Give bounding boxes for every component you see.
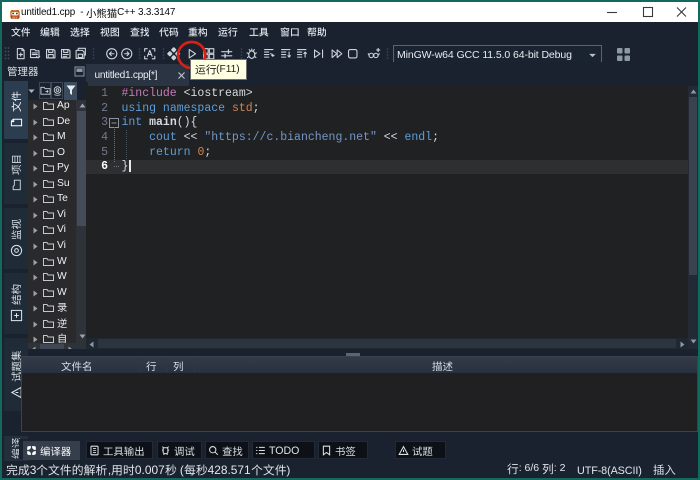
- svg-text:DEV: DEV: [12, 16, 17, 19]
